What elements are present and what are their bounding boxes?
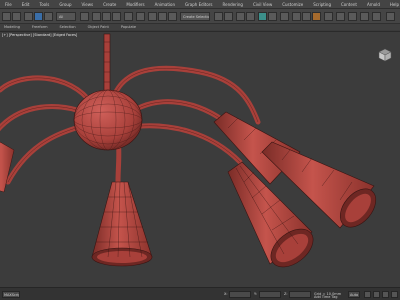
play-icon[interactable] — [373, 291, 380, 298]
rendered-frame-icon[interactable] — [302, 12, 311, 21]
menu-file[interactable]: File — [0, 0, 17, 9]
curve-editor-icon[interactable] — [258, 12, 267, 21]
menu-scripting[interactable]: Scripting — [308, 0, 336, 9]
menu-help[interactable]: Help — [385, 0, 400, 9]
maxscript-listener[interactable]: MAXScript Mi — [2, 291, 20, 298]
help-icon[interactable] — [348, 12, 357, 21]
menu-arnold[interactable]: Arnold — [362, 0, 385, 9]
pivot-icon[interactable] — [136, 12, 145, 21]
selection-filter-dropdown[interactable]: All — [56, 12, 76, 21]
teapot-render-icon[interactable] — [324, 12, 333, 21]
angle-snap-icon[interactable] — [158, 12, 167, 21]
x-coord-field[interactable] — [229, 291, 251, 298]
menu-views[interactable]: Views — [77, 0, 99, 9]
search-icon[interactable] — [372, 12, 381, 21]
layer-explorer-icon[interactable] — [246, 12, 255, 21]
redo-icon[interactable] — [12, 12, 21, 21]
menu-graph-editors[interactable]: Graph Editors — [180, 0, 217, 9]
viewcube-icon[interactable] — [376, 46, 394, 64]
key-filters-icon[interactable] — [364, 291, 371, 298]
align-icon[interactable] — [224, 12, 233, 21]
select-object-icon[interactable] — [34, 12, 43, 21]
ribbon-tabs: Modeling Freeform Selection Object Paint… — [0, 24, 400, 30]
status-bar: MAXScript Mi X: Y: Z: Grid = 10,0mm Add … — [0, 287, 400, 300]
link-icon[interactable] — [24, 12, 33, 21]
material-editor-icon[interactable] — [280, 12, 289, 21]
schematic-view-icon[interactable] — [268, 12, 277, 21]
orbit-icon[interactable] — [391, 291, 398, 298]
auto-key-button[interactable]: Auto — [348, 291, 360, 298]
settings-icon[interactable] — [386, 12, 395, 21]
perspective-viewport[interactable]: [+] [Perspective] [Standard] [Edged Face… — [0, 31, 400, 287]
scale-icon[interactable] — [112, 12, 121, 21]
menu-group[interactable]: Group — [54, 0, 76, 9]
tab-selection[interactable]: Selection — [60, 24, 76, 30]
shade-left — [0, 141, 15, 193]
snap-toggle-icon[interactable] — [148, 12, 157, 21]
add-time-tag[interactable]: Add Time Tag — [314, 295, 338, 300]
tab-object-paint[interactable]: Object Paint — [88, 24, 109, 30]
main-toolbar: All Create Selection Se — [0, 9, 400, 24]
y-label: Y: — [254, 292, 257, 296]
reference-coord-icon[interactable] — [124, 12, 133, 21]
menu-content[interactable]: Content — [336, 0, 362, 9]
x-label: X: — [224, 292, 228, 296]
render-icon[interactable] — [312, 12, 321, 21]
menu-edit[interactable]: Edit — [17, 0, 35, 9]
tab-populate[interactable]: Populate — [121, 24, 136, 30]
named-selection-dropdown[interactable]: Create Selection Se — [180, 12, 210, 21]
menu-bar: File Edit Tools Group Views Create Modif… — [0, 0, 400, 9]
menu-create[interactable]: Create — [98, 0, 121, 9]
shade-front — [91, 181, 153, 267]
mirror-icon[interactable] — [214, 12, 223, 21]
stem — [103, 33, 111, 97]
menu-modifiers[interactable]: Modifiers — [121, 0, 149, 9]
move-icon[interactable] — [92, 12, 101, 21]
arnold-icon[interactable] — [336, 12, 345, 21]
percent-snap-icon[interactable] — [168, 12, 177, 21]
chandelier-mesh — [0, 33, 377, 268]
y-coord-field[interactable] — [259, 291, 281, 298]
undo-icon[interactable] — [2, 12, 11, 21]
select-region-icon[interactable] — [44, 12, 53, 21]
workspace-icon[interactable] — [360, 12, 369, 21]
z-coord-field[interactable] — [289, 291, 311, 298]
menu-rendering[interactable]: Rendering — [218, 0, 248, 9]
tab-freeform[interactable]: Freeform — [32, 24, 48, 30]
render-setup-icon[interactable] — [292, 12, 301, 21]
select-by-name-icon[interactable] — [80, 12, 89, 21]
menu-civil-view[interactable]: Civil View — [248, 0, 277, 9]
zoom-extents-icon[interactable] — [382, 291, 389, 298]
tab-modeling[interactable]: Modeling — [4, 24, 20, 30]
center-sphere — [73, 89, 143, 151]
menu-tools[interactable]: Tools — [34, 0, 54, 9]
scene-explorer-icon[interactable] — [236, 12, 245, 21]
menu-animation[interactable]: Animation — [150, 0, 180, 9]
rotate-icon[interactable] — [102, 12, 111, 21]
z-label: Z: — [284, 292, 288, 296]
menu-customize[interactable]: Customize — [277, 0, 308, 9]
